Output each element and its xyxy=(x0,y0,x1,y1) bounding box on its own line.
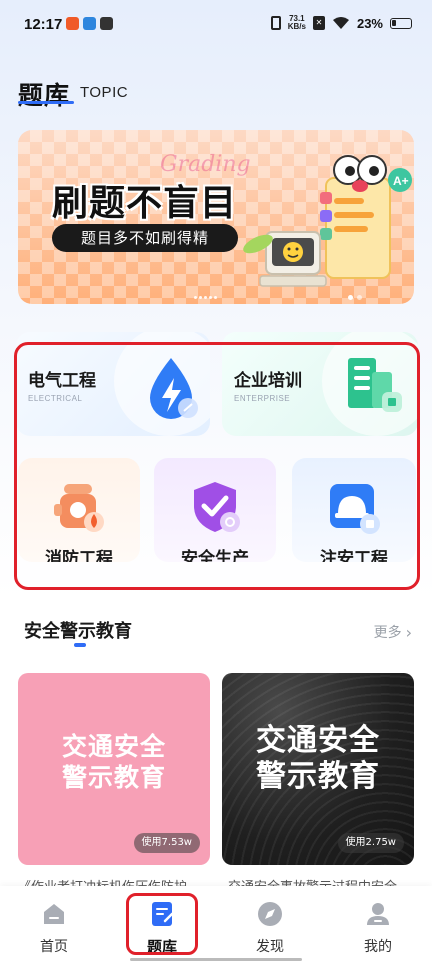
battery-percent: 23% xyxy=(356,15,383,31)
course-card[interactable]: 交通安全 警示教育 使用7.53w xyxy=(18,673,210,865)
category-grid: 电气工程 ELECTRICAL 企业培训 ENTERPRISE 消防工程 安全生… xyxy=(0,330,432,592)
section-title: 安全警示教育 xyxy=(24,621,132,642)
battery-icon xyxy=(390,17,412,29)
status-time: 12:17 xyxy=(24,16,63,33)
building-icon xyxy=(348,358,402,412)
category-title: 注安工程 xyxy=(320,549,388,562)
course-title: 交通安全 警示教育 xyxy=(18,731,210,793)
category-title: 电气工程 xyxy=(28,371,96,391)
course-title-line: 交通安全 xyxy=(61,732,166,761)
status-bar: 12:17 73.1 KB/s ✕ 23% xyxy=(0,0,432,52)
compass-icon xyxy=(258,902,282,926)
fire-hydrant-icon xyxy=(54,484,104,532)
usage-badge: 使用7.53w xyxy=(133,833,200,853)
network-speed: 73.1 KB/s xyxy=(288,15,306,31)
tab-question-bank[interactable]: 题库 xyxy=(122,900,202,957)
course-title-line: 警示教育 xyxy=(256,759,380,794)
home-icon xyxy=(44,904,64,924)
app-notification-icon xyxy=(66,17,79,30)
category-registered-safety[interactable]: 注安工程 xyxy=(292,458,416,562)
tab-label: 首页 xyxy=(40,939,68,955)
category-title: 企业培训 xyxy=(234,371,302,391)
category-title: 安全生产 xyxy=(181,549,249,562)
water-lightning-icon xyxy=(150,358,198,419)
category-electrical[interactable]: 电气工程 ELECTRICAL xyxy=(16,332,210,436)
category-subtitle: ELECTRICAL xyxy=(28,394,83,403)
svg-text:A+: A+ xyxy=(393,174,409,188)
sim-icon: ✕ xyxy=(312,16,325,30)
category-safety-production[interactable]: 安全生产 xyxy=(154,458,276,562)
more-link[interactable]: 更多 › xyxy=(374,622,412,642)
category-title: 消防工程 xyxy=(45,549,113,562)
browser-notification-icon xyxy=(83,17,96,30)
helmet-icon xyxy=(330,484,380,534)
usage-badge: 使用2.75w xyxy=(337,833,404,853)
banner-headline: 刷题不盲目 xyxy=(52,183,238,224)
more-label: 更多 xyxy=(373,625,402,641)
banner-page-dots xyxy=(194,296,217,299)
home-indicator[interactable] xyxy=(130,958,302,961)
page-title: 题库 xyxy=(18,81,71,110)
tab-profile[interactable]: 我的 xyxy=(338,900,418,956)
banner-slogan-pill: 题目多不如刷得精 xyxy=(52,224,238,252)
page-subtitle: TOPIC xyxy=(80,84,129,101)
course-title-line: 交通安全 xyxy=(256,723,380,758)
tab-discover[interactable]: 发现 xyxy=(230,900,310,956)
tab-label: 发现 xyxy=(256,939,284,955)
notification-icons xyxy=(66,17,113,30)
tab-label: 我的 xyxy=(364,939,392,955)
course-title-line: 警示教育 xyxy=(61,763,166,792)
wifi-icon xyxy=(332,17,349,29)
promo-banner[interactable]: Grading 刷题不盲目 题目多不如刷得精 A+ xyxy=(18,130,414,304)
category-fire[interactable]: 消防工程 xyxy=(18,458,140,562)
banner-carousel-indicator xyxy=(348,295,362,300)
section-indicator xyxy=(74,643,86,647)
title-underline xyxy=(18,101,74,104)
network-speed-unit: KB/s xyxy=(287,22,306,31)
tab-home[interactable]: 首页 xyxy=(14,900,94,956)
question-bank-icon xyxy=(152,902,174,926)
course-card[interactable]: 交通安全 警示教育 使用2.75w xyxy=(222,673,414,865)
shield-check-icon xyxy=(194,482,240,532)
vibrate-icon xyxy=(270,16,281,30)
category-enterprise[interactable]: 企业培训 ENTERPRISE xyxy=(222,332,418,436)
course-title: 交通安全 警示教育 xyxy=(222,723,414,795)
profile-icon xyxy=(367,903,389,925)
banner-illustration: A+ xyxy=(243,155,412,287)
category-subtitle: ENTERPRISE xyxy=(234,394,291,403)
bottom-tab-bar: 首页 题库 发现 我的 xyxy=(0,886,432,964)
tab-label: 题库 xyxy=(146,938,177,956)
chevron-right-icon: › xyxy=(405,622,412,642)
link-notification-icon xyxy=(100,17,113,30)
